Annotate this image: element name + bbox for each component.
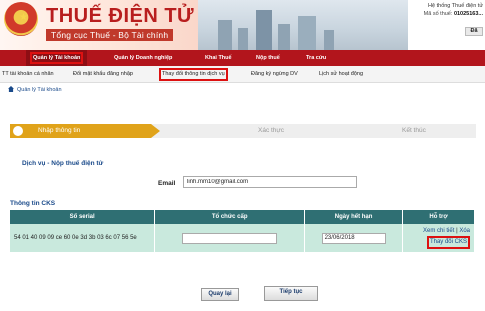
- national-emblem-icon: ★: [4, 2, 38, 36]
- sub-nav: TT tài khoản cá nhân Đổi mật khẩu đăng n…: [0, 66, 485, 83]
- nav-item-business-management[interactable]: Quản lý Doanh nghiệp: [114, 50, 172, 66]
- serial-cell: 54 01 40 09 09 ce 60 0e 3d 3b 03 6c 07 5…: [10, 224, 156, 252]
- brand-banner: ★ THUẾ ĐIỆN TỬ Tổng cục Thuế - Bộ Tài ch…: [0, 0, 225, 50]
- expiry-cell: 23/06/2018: [304, 224, 404, 252]
- header: ★ THUẾ ĐIỆN TỬ Tổng cục Thuế - Bộ Tài ch…: [0, 0, 485, 50]
- subnav-change-service-info-label: Thay đổi thông tin dịch vụ: [159, 68, 228, 81]
- change-cks-link[interactable]: Thay đổi CKS: [426, 236, 470, 249]
- col-serial: Số serial: [10, 210, 156, 224]
- issuer-field: [182, 232, 278, 244]
- user-info: Hệ thống Thuế điện tử Mã số thuế: 010251…: [391, 2, 483, 18]
- home-icon: [8, 86, 14, 92]
- subnav-change-password[interactable]: Đổi mật khẩu đăng nhập: [73, 66, 133, 83]
- breadcrumb-label[interactable]: Quản lý Tài khoản: [17, 87, 62, 93]
- table-header-row: Số serial Tổ chức cấp Ngày hết hạn Hỗ tr…: [10, 210, 475, 224]
- nav-item-label: Quản lý Tài khoản: [30, 52, 84, 64]
- issuer-cell: [154, 224, 306, 252]
- nav-item-tax-payment[interactable]: Nộp thuế: [256, 50, 280, 66]
- email-field[interactable]: [183, 176, 357, 188]
- tax-code-label: Mã số thuế:: [423, 11, 453, 17]
- nav-item-tax-declaration[interactable]: Khai Thuế: [205, 50, 232, 66]
- cks-section-title: Thông tin CKS: [10, 200, 56, 207]
- delete-link[interactable]: Xóa: [459, 228, 470, 234]
- city-skyline-image: [198, 0, 408, 50]
- support-cell: Xem chi tiết | Xóa Thay đổi CKS: [402, 224, 475, 252]
- email-label: Email: [158, 180, 176, 187]
- step-finish: Kết thúc: [402, 127, 426, 134]
- step-verify: Xác thực: [258, 127, 285, 134]
- progress-steps: Nhập thông tin Xác thực Kết thúc: [10, 124, 476, 138]
- subnav-activity-history[interactable]: Lịch sử hoạt động: [319, 66, 363, 83]
- subnav-change-service-info[interactable]: Thay đổi thông tin dịch vụ: [157, 68, 230, 81]
- table-row: 54 01 40 09 09 ce 60 0e 3d 3b 03 6c 07 5…: [10, 224, 475, 252]
- cks-table: Số serial Tổ chức cấp Ngày hết hạn Hỗ tr…: [10, 210, 475, 252]
- main-nav: Quản lý Tài khoản Quản lý Doanh nghiệp K…: [0, 50, 485, 66]
- view-details-link[interactable]: Xem chi tiết: [423, 228, 454, 234]
- brand-subtitle: Tổng cục Thuế - Bộ Tài chính: [46, 29, 174, 41]
- col-issuer: Tổ chức cấp: [154, 210, 306, 224]
- brand-title: THUẾ ĐIỆN TỬ: [46, 5, 195, 27]
- tax-code-value: 01025163...: [453, 11, 483, 17]
- system-label: Hệ thống Thuế điện tử: [428, 3, 483, 9]
- col-support: Hỗ trợ: [402, 210, 475, 224]
- link-separator: |: [456, 228, 458, 234]
- nav-item-account-management[interactable]: Quản lý Tài khoản: [26, 50, 88, 66]
- logout-button[interactable]: Đă: [465, 27, 483, 36]
- step-label: Nhập thông tin: [38, 127, 81, 134]
- subnav-stop-service[interactable]: Đăng ký ngừng DV: [251, 66, 298, 83]
- section-title: Dịch vụ - Nộp thuế điện tử: [22, 160, 104, 167]
- back-button[interactable]: Quay lại: [201, 288, 239, 301]
- breadcrumb: Quản lý Tài khoản: [8, 86, 62, 93]
- step-enter-info: Nhập thông tin: [10, 124, 160, 138]
- step-indicator-icon: [13, 126, 23, 136]
- nav-item-lookup[interactable]: Tra cứu: [306, 50, 326, 66]
- expiry-field: 23/06/2018: [321, 232, 386, 244]
- col-expiry: Ngày hết hạn: [304, 210, 404, 224]
- continue-button[interactable]: Tiếp tục: [264, 286, 318, 301]
- subnav-personal-info[interactable]: TT tài khoản cá nhân: [2, 66, 54, 83]
